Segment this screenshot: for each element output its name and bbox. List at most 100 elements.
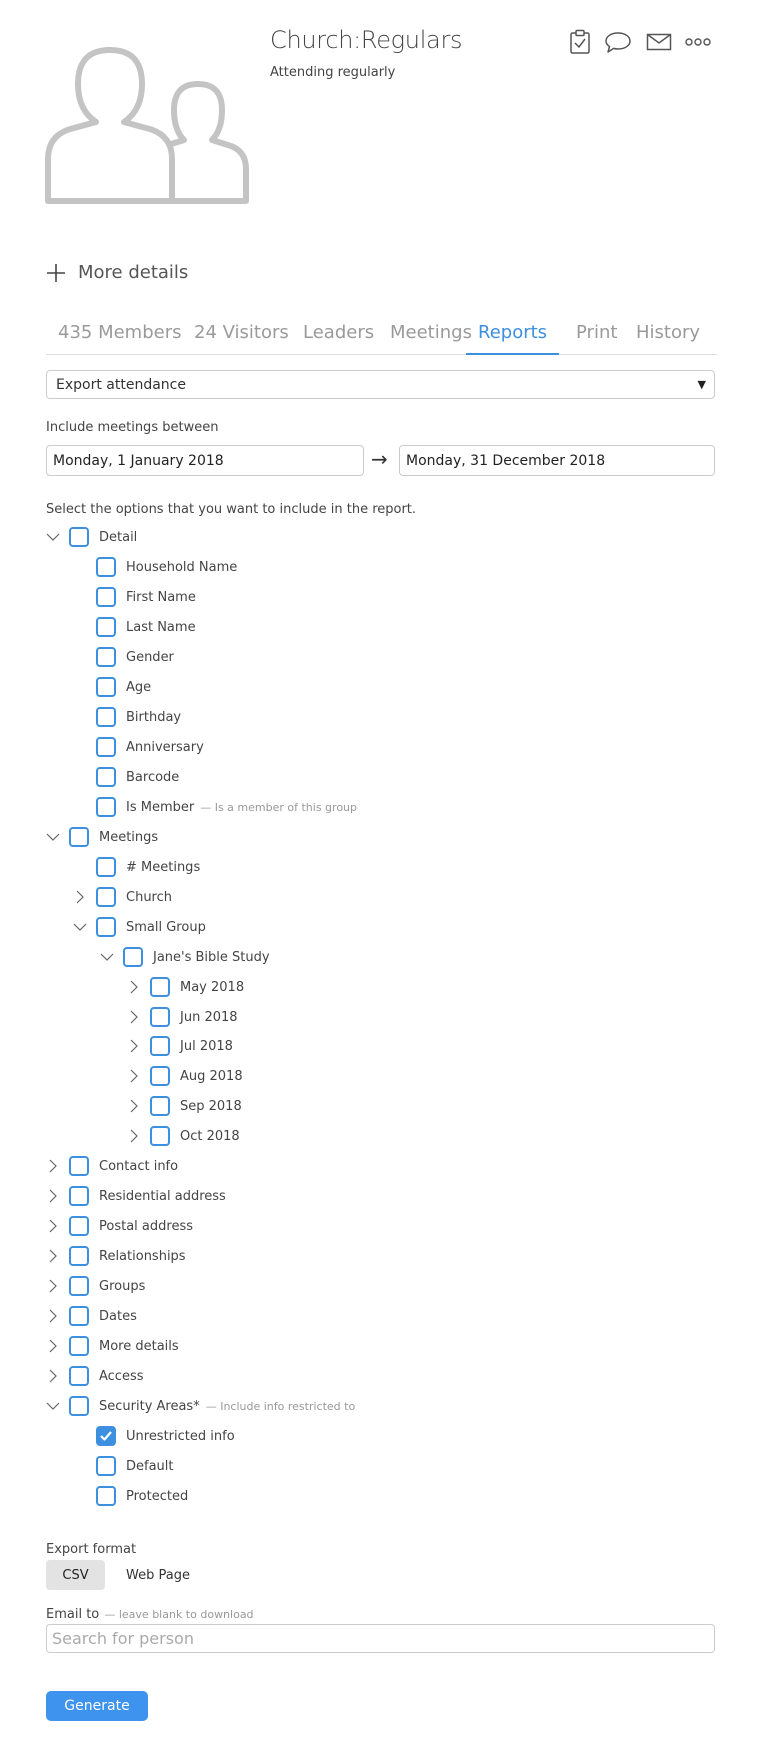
end-date-input[interactable]: Monday, 31 December 2018 [399,445,715,476]
chevron-right-icon[interactable] [43,1216,63,1236]
report-type-select[interactable]: Export attendance ▼ [46,370,715,399]
option-label[interactable]: First Name [126,590,196,605]
option-checkbox[interactable] [69,1396,89,1416]
option-label[interactable]: # Meetings [126,860,200,875]
option-label[interactable]: Aug 2018 [180,1069,243,1084]
option-label[interactable]: Jun 2018 [180,1010,238,1025]
option-checkbox[interactable] [96,1486,116,1506]
chevron-down-icon[interactable] [43,1396,63,1416]
option-checkbox[interactable] [96,1426,116,1446]
option-checkbox[interactable] [96,857,116,877]
chevron-down-icon[interactable] [70,917,90,937]
chevron-right-icon[interactable] [124,977,144,997]
generate-button[interactable]: Generate [46,1691,148,1721]
option-checkbox[interactable] [123,947,143,967]
format-webpage-option[interactable]: Web Page [118,1560,198,1590]
option-checkbox[interactable] [96,887,116,907]
option-label[interactable]: Small Group [126,920,206,935]
chevron-right-icon[interactable] [43,1336,63,1356]
option-label[interactable]: Protected [126,1489,188,1504]
chevron-down-icon[interactable] [97,947,117,967]
tab-leaders[interactable]: Leaders [303,322,374,353]
option-checkbox[interactable] [150,1096,170,1116]
tab-visitors[interactable]: 24 Visitors [194,322,289,353]
option-label[interactable]: Barcode [126,770,179,785]
chevron-right-icon[interactable] [43,1186,63,1206]
chevron-right-icon[interactable] [124,1007,144,1027]
option-checkbox[interactable] [150,1066,170,1086]
option-checkbox[interactable] [96,767,116,787]
option-label[interactable]: Postal address [99,1219,193,1234]
option-checkbox[interactable] [150,1007,170,1027]
option-checkbox[interactable] [96,737,116,757]
option-checkbox[interactable] [96,677,116,697]
chevron-down-icon[interactable] [43,827,63,847]
option-checkbox[interactable] [69,1216,89,1236]
option-label[interactable]: Security Areas* [99,1399,200,1414]
tab-history[interactable]: History [636,322,700,353]
chevron-right-icon[interactable] [124,1066,144,1086]
option-label[interactable]: May 2018 [180,980,244,995]
chat-icon[interactable] [603,28,633,56]
chevron-right-icon[interactable] [43,1276,63,1296]
clipboard-icon[interactable] [565,28,595,56]
option-checkbox[interactable] [69,1306,89,1326]
chevron-right-icon[interactable] [43,1366,63,1386]
option-checkbox[interactable] [69,1276,89,1296]
format-csv-option[interactable]: CSV [46,1560,105,1590]
option-label[interactable]: Groups [99,1279,145,1294]
option-label[interactable]: Anniversary [126,740,204,755]
option-label[interactable]: Dates [99,1309,137,1324]
option-label[interactable]: Sep 2018 [180,1099,242,1114]
option-checkbox[interactable] [96,797,116,817]
option-checkbox[interactable] [150,1036,170,1056]
start-date-input[interactable]: Monday, 1 January 2018 [46,445,364,476]
chevron-right-icon[interactable] [70,887,90,907]
option-label[interactable]: Detail [99,530,137,545]
more-details-toggle[interactable]: More details [46,262,188,283]
option-label[interactable]: Is Member [126,800,194,815]
person-search-input[interactable]: Search for person [46,1624,715,1653]
tab-print[interactable]: Print [576,322,617,353]
option-label[interactable]: Default [126,1459,174,1474]
option-label[interactable]: Access [99,1369,144,1384]
option-label[interactable]: Jul 2018 [180,1039,233,1054]
option-checkbox[interactable] [96,557,116,577]
option-label[interactable]: Oct 2018 [180,1129,240,1144]
option-checkbox[interactable] [96,647,116,667]
option-checkbox[interactable] [150,977,170,997]
option-label[interactable]: Church [126,890,172,905]
tab-reports[interactable]: Reports [466,322,560,355]
option-label[interactable]: Relationships [99,1249,186,1264]
option-label[interactable]: Meetings [99,830,158,845]
option-label[interactable]: Contact info [99,1159,178,1174]
option-label[interactable]: Birthday [126,710,181,725]
chevron-right-icon[interactable] [124,1126,144,1146]
mail-icon[interactable] [644,28,674,56]
chevron-down-icon[interactable] [43,527,63,547]
option-label[interactable]: Last Name [126,620,196,635]
option-checkbox[interactable] [96,917,116,937]
chevron-right-icon[interactable] [124,1036,144,1056]
option-checkbox[interactable] [69,1156,89,1176]
more-icon[interactable] [683,28,713,56]
option-label[interactable]: More details [99,1339,179,1354]
option-checkbox[interactable] [69,527,89,547]
option-label[interactable]: Jane's Bible Study [153,950,270,965]
option-checkbox[interactable] [69,1366,89,1386]
chevron-right-icon[interactable] [124,1096,144,1116]
option-checkbox[interactable] [96,707,116,727]
option-label[interactable]: Residential address [99,1189,226,1204]
chevron-right-icon[interactable] [43,1156,63,1176]
option-checkbox[interactable] [96,617,116,637]
option-checkbox[interactable] [69,827,89,847]
option-label[interactable]: Unrestricted info [126,1429,235,1444]
option-checkbox[interactable] [69,1186,89,1206]
chevron-right-icon[interactable] [43,1246,63,1266]
option-checkbox[interactable] [69,1336,89,1356]
option-label[interactable]: Age [126,680,151,695]
tab-members[interactable]: 435 Members [58,322,182,353]
option-checkbox[interactable] [150,1126,170,1146]
tab-meetings[interactable]: Meetings [390,322,472,353]
option-label[interactable]: Household Name [126,560,237,575]
